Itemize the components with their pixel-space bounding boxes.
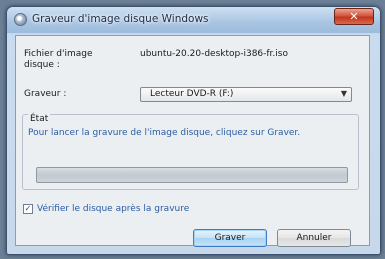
file-label: Fichier d'image disque : <box>24 49 93 70</box>
drive-select[interactable]: Lecteur DVD-R (F:) ▼ <box>140 87 352 102</box>
drive-select-value: Lecteur DVD-R (F:) <box>150 89 234 99</box>
dialog-content: Fichier d'image disque : ubuntu-20.20-de… <box>15 35 370 247</box>
chevron-down-icon: ▼ <box>340 89 347 98</box>
burn-button[interactable]: Graver <box>193 229 267 247</box>
status-group: État Pour lancer la gravure de l'image d… <box>22 114 359 190</box>
checkmark-icon: ✓ <box>24 204 32 213</box>
title-bar[interactable]: Graveur d'image disque Windows ✕ <box>7 7 380 33</box>
disc-burner-icon <box>14 13 27 26</box>
cancel-button[interactable]: Annuler <box>277 229 351 247</box>
status-title: État <box>28 114 51 124</box>
verify-label[interactable]: Vérifier le disque après la gravure <box>37 204 189 214</box>
progress-bar <box>36 167 348 183</box>
disc-image-burner-dialog: Graveur d'image disque Windows ✕ Fichier… <box>6 6 381 255</box>
close-button[interactable]: ✕ <box>334 8 374 25</box>
window-title: Graveur d'image disque Windows <box>32 13 209 25</box>
status-message: Pour lancer la gravure de l'image disque… <box>28 128 301 138</box>
drive-label: Graveur : <box>24 89 67 99</box>
verify-checkbox[interactable]: ✓ <box>23 204 33 214</box>
file-value: ubuntu-20.20-desktop-i386-fr.iso <box>140 49 288 59</box>
verify-checkbox-row[interactable]: ✓ Vérifier le disque après la gravure <box>23 204 189 214</box>
